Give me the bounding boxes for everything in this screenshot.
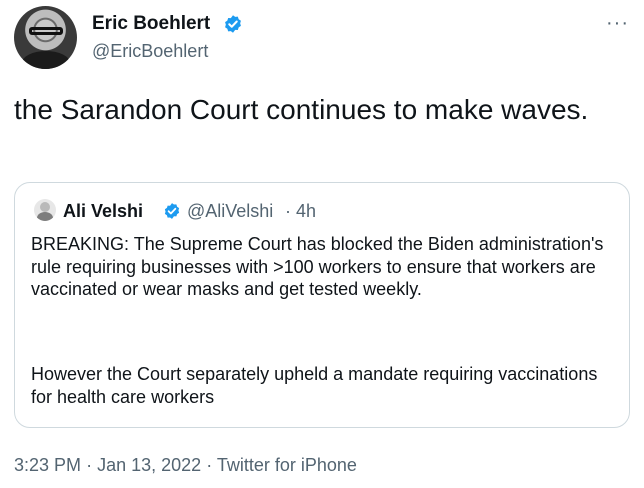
- quoted-text-paragraph: BREAKING: The Supreme Court has blocked …: [31, 234, 604, 299]
- quoted-text-paragraph: However the Court separately upheld a ma…: [31, 364, 598, 407]
- verified-badge-icon: [225, 15, 241, 33]
- quoted-tweet-card[interactable]: Ali Velshi @AliVelshi · 4h BREAKING: The…: [14, 182, 630, 428]
- tweet-source[interactable]: Twitter for iPhone: [217, 455, 357, 475]
- more-options-icon[interactable]: ···: [606, 13, 629, 33]
- author-handle[interactable]: @EricBoehlert: [92, 40, 208, 62]
- author-avatar[interactable]: [14, 6, 77, 69]
- author-name[interactable]: Eric Boehlert: [92, 12, 210, 36]
- quoted-author-handle: @AliVelshi: [187, 201, 274, 221]
- quoted-author-name: Ali Velshi: [63, 201, 144, 221]
- tweet-text: the Sarandon Court continues to make wav…: [14, 94, 589, 125]
- meta-separator: ·: [86, 455, 93, 475]
- tweet-date[interactable]: Jan 13, 2022: [97, 455, 201, 475]
- shirt-shape: [22, 51, 70, 69]
- tweet-time[interactable]: 3:23 PM: [14, 455, 81, 475]
- tweet-meta: 3:23 PM · Jan 13, 2022 · Twitter for iPh…: [14, 454, 357, 476]
- meta-separator: ·: [206, 455, 213, 475]
- quoted-author-avatar: [34, 199, 56, 221]
- quoted-time: · 4h: [285, 200, 316, 222]
- quoted-separator: ·: [285, 201, 291, 221]
- glasses-shape: [29, 27, 63, 35]
- quoted-verified-badge-icon: [164, 203, 180, 219]
- quoted-time-value: 4h: [296, 201, 317, 221]
